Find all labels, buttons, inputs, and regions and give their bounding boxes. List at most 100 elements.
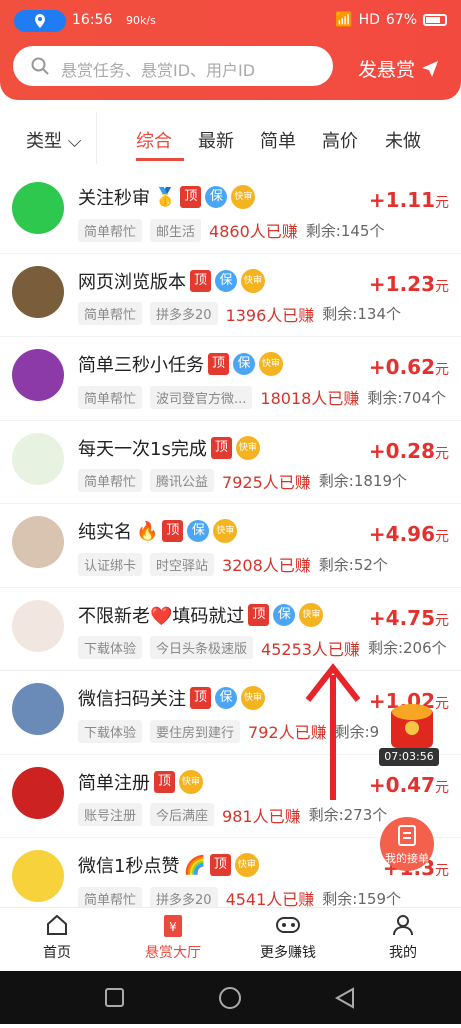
post-bounty-button[interactable]: 发悬赏 (358, 55, 439, 82)
tab-underline (136, 158, 184, 161)
task-title-row: 微信1秒点赞 🌈 顶快审 (78, 852, 259, 878)
status-bar: 16:56 90k/s 📶 HD 67% (14, 8, 447, 38)
earned-count: 3208人已赚 (222, 556, 311, 575)
tab-zuixin[interactable]: 最新 (198, 127, 234, 153)
task-item[interactable]: 关注秒审 🥇 顶保快审 +1.11元 简单帮忙 邮生活 4860人已赚 剩余:145个 (0, 170, 461, 254)
guarantee-badge: 保 (187, 520, 210, 542)
price-value: +4.75 (368, 605, 435, 630)
price-value: +4.96 (368, 522, 435, 546)
remaining-count: 剩余:206个 (367, 639, 447, 657)
red-packet-icon (391, 704, 433, 748)
type-dropdown[interactable]: 类型 ⌵ (26, 127, 81, 153)
task-meta: 下载体验 今日头条极速版 45253人已赚 剩余:206个 (78, 636, 447, 660)
earned-count: 7925人已赚 (222, 472, 311, 492)
task-title-row: 简单注册顶快审 (78, 769, 204, 795)
task-avatar (12, 349, 64, 401)
task-avatar (12, 850, 64, 902)
my-orders-label: 我的接单 (385, 852, 429, 865)
top-badge: 顶 (190, 269, 212, 292)
back-icon (334, 987, 354, 1009)
tab-jiandan[interactable]: 简单 (260, 127, 296, 153)
nav-bounty-hall[interactable]: ¥ 悬赏大厅 (128, 914, 218, 962)
task-emoji: 🔥 (136, 520, 159, 542)
system-buttons (105, 987, 354, 1009)
battery-text: 67% (385, 12, 417, 28)
task-tag: 时空驿站 (150, 552, 215, 576)
task-price: +4.75元 (369, 606, 449, 630)
task-tag: 认证绑卡 (78, 552, 143, 576)
location-pill (14, 10, 66, 32)
task-item[interactable]: 每天一次1s完成顶快审 +0.28元 简单帮忙 腾讯公益 7925人已赚 剩余:1819个 (0, 421, 461, 504)
task-avatar (12, 182, 64, 234)
task-tag: 波司登官方微... (150, 385, 253, 409)
task-tag: 下载体验 (78, 719, 143, 743)
earned-count: 792人已赚 (248, 723, 327, 742)
guarantee-badge: 保 (215, 269, 238, 292)
task-item[interactable]: 纯实名 🔥 顶保快审 +4.96元 认证绑卡 时空驿站 3208人已赚 剩余:52个 (0, 504, 461, 588)
task-tag: 简单帮忙 (78, 469, 143, 492)
task-meta: 认证绑卡 时空驿站 3208人已赚 剩余:52个 (78, 552, 388, 576)
price-unit: 元 (435, 445, 449, 462)
divider (96, 112, 97, 164)
price-unit: 元 (435, 612, 449, 629)
home-button-icon (219, 987, 241, 1009)
task-title-row: 关注秒审 🥇 顶保快审 (78, 184, 256, 210)
location-icon (35, 14, 45, 28)
task-tag: 简单帮忙 (78, 302, 143, 325)
task-tag: 简单帮忙 (78, 385, 143, 409)
nav-mine-label: 我的 (389, 945, 417, 961)
guarantee-badge: 保 (233, 353, 256, 375)
fast-review-badge: 快审 (259, 352, 284, 376)
task-title-row: 网页浏览版本顶保快审 (78, 268, 266, 294)
fast-review-badge: 快审 (234, 853, 259, 877)
price-unit: 元 (435, 278, 449, 295)
top-badge: 顶 (162, 520, 184, 542)
nav-more-earn[interactable]: 更多赚钱 (243, 914, 333, 962)
task-price: +0.62元 (369, 355, 449, 379)
nav-home[interactable]: 首页 (12, 914, 102, 962)
fast-review-badge: 快审 (241, 686, 266, 710)
tab-weizuo[interactable]: 未做 (385, 127, 421, 153)
clock: 16:56 (72, 12, 113, 28)
nav-mine[interactable]: 我的 (358, 914, 448, 962)
system-nav-bar (0, 971, 461, 1024)
task-meta: 简单帮忙 拼多多20 1396人已赚 剩余:134个 (78, 302, 401, 326)
task-tag: 要住房到建行 (150, 719, 241, 743)
earned-count: 18018人已赚 (260, 389, 360, 408)
search-input[interactable]: 悬赏任务、悬赏ID、用户ID (13, 46, 333, 86)
task-tag: 账号注册 (78, 803, 143, 826)
task-title-row: 微信扫码关注顶保快审 (78, 685, 266, 711)
task-price: +1.23元 (369, 272, 449, 296)
remaining-count: 剩余:134个 (322, 305, 401, 323)
remaining-count: 剩余:1819个 (318, 472, 407, 490)
task-tag: 拼多多20 (150, 302, 218, 325)
task-tag: 腾讯公益 (150, 469, 215, 492)
fast-review-badge: 快审 (213, 519, 238, 543)
send-icon (422, 60, 438, 77)
svg-text:¥: ¥ (169, 920, 177, 934)
task-avatar (12, 265, 64, 318)
task-title: 微信1秒点赞 (78, 856, 180, 877)
fast-review-badge: 快审 (231, 185, 256, 209)
task-price: +0.47元 (369, 773, 449, 797)
my-orders-button[interactable]: 我的接单 (380, 817, 434, 871)
fast-review-badge: 快审 (241, 268, 266, 293)
task-item[interactable]: 网页浏览版本顶保快审 +1.23元简单帮忙 拼多多20 1396人已赚 剩余:134个 (0, 254, 461, 337)
home-icon (47, 914, 67, 935)
task-item[interactable]: 不限新老❤️填码就过顶保快审 +4.75元 下载体验 今日头条极速版 45253人已赚剩… (0, 588, 461, 671)
tab-zonghe[interactable]: 综合 (136, 127, 172, 153)
remaining-count: 剩余:9 (334, 722, 380, 741)
remaining-count: 剩余:273个 (308, 806, 388, 824)
task-item[interactable]: 简单三秒小任务顶保快审 +0.62元 简单帮忙 波司登官方微... 18018人已赚 剩余… (0, 337, 461, 421)
top-badge: 顶 (190, 687, 212, 709)
filter-bar: 类型 ⌵ 综合 最新 简单 高价 未做 (0, 112, 461, 164)
task-price: +4.96元 (369, 522, 449, 546)
remaining-count: 剩余:52个 (318, 555, 388, 574)
task-emoji: 🌈 (183, 854, 206, 876)
task-price: +1.11元 (369, 188, 449, 212)
price-unit: 元 (435, 863, 449, 879)
task-avatar (12, 766, 64, 819)
tab-gaojia[interactable]: 高价 (322, 127, 358, 153)
search-icon (31, 57, 49, 75)
task-list: 关注秒审 🥇 顶保快审 +1.11元 简单帮忙 邮生活 4860人已赚 剩余:145个 网页浏览… (0, 170, 461, 922)
